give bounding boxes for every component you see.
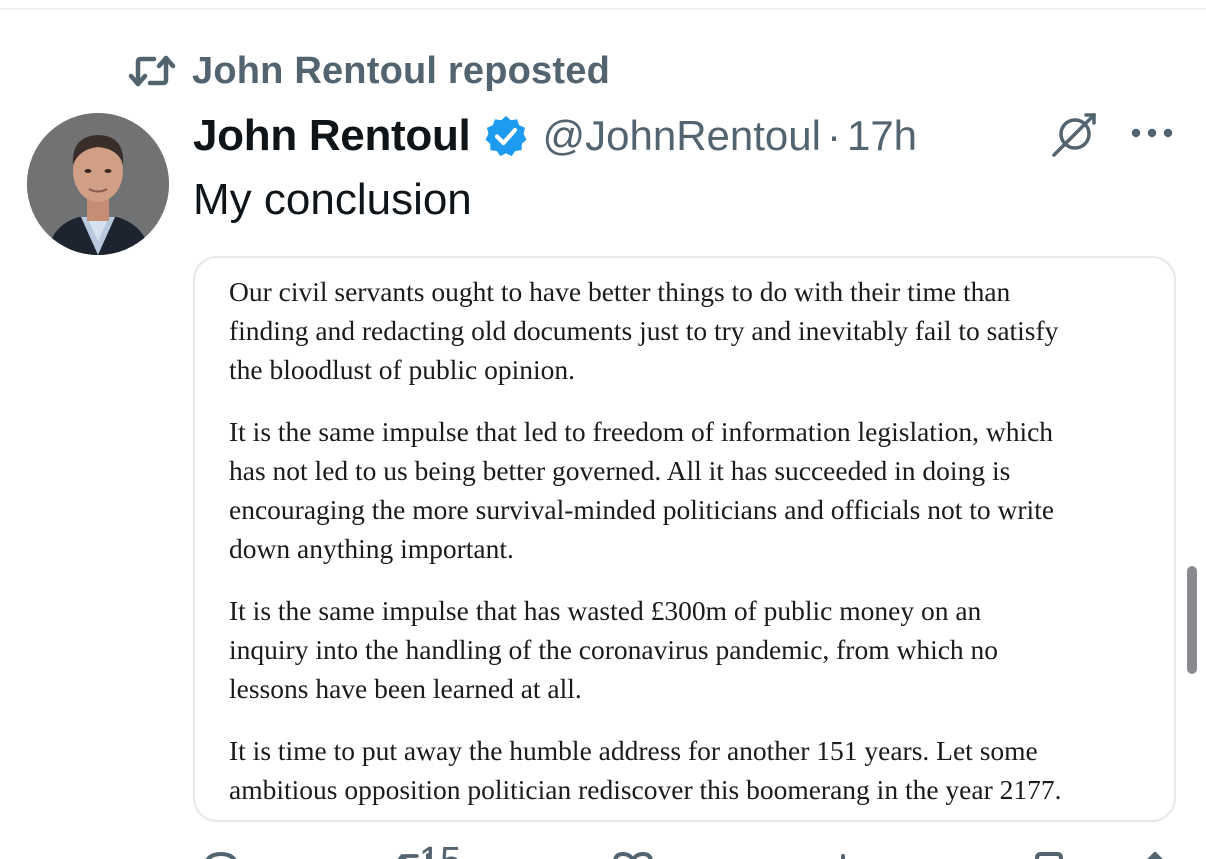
retweet-count: 15 xyxy=(419,842,461,859)
attached-image[interactable]: Our civil servants ought to have better … xyxy=(193,256,1176,822)
author-display-name[interactable]: John Rentoul xyxy=(193,111,471,161)
views-icon[interactable] xyxy=(823,850,863,859)
repost-label: John Rentoul reposted xyxy=(192,49,610,92)
bookmark-icon[interactable] xyxy=(1029,850,1069,859)
more-icon xyxy=(1130,126,1174,144)
reply-icon[interactable] xyxy=(199,850,243,859)
verified-badge-icon xyxy=(484,114,528,158)
repost-context[interactable]: John Rentoul reposted xyxy=(128,46,610,96)
separator-dot: · xyxy=(826,112,841,159)
scrollbar-thumb[interactable] xyxy=(1187,566,1197,674)
article-paragraph: It is the same impulse that led to freed… xyxy=(229,416,1055,564)
grok-button[interactable] xyxy=(1048,110,1102,162)
grok-icon xyxy=(1050,109,1100,164)
avatar[interactable] xyxy=(27,113,169,255)
post-header: John Rentoul @JohnRentoul · 17h xyxy=(193,108,917,164)
article-paragraph: Our civil servants ought to have better … xyxy=(229,276,1059,385)
repost-icon xyxy=(128,54,176,88)
action-bar: 15 xyxy=(193,840,1176,859)
article-paragraph: It is time to put away the humble addres… xyxy=(229,735,1062,805)
heart-icon[interactable] xyxy=(611,850,655,859)
top-divider xyxy=(0,8,1206,10)
more-options-button[interactable] xyxy=(1127,118,1177,152)
article-excerpt: Our civil servants ought to have better … xyxy=(229,272,1159,820)
post-text: My conclusion xyxy=(193,175,472,224)
article-paragraph: It is the same impulse that has wasted £… xyxy=(229,595,999,704)
share-icon[interactable] xyxy=(1135,850,1175,859)
author-handle[interactable]: @JohnRentoul xyxy=(542,112,820,160)
post-timestamp[interactable]: 17h xyxy=(847,112,917,160)
